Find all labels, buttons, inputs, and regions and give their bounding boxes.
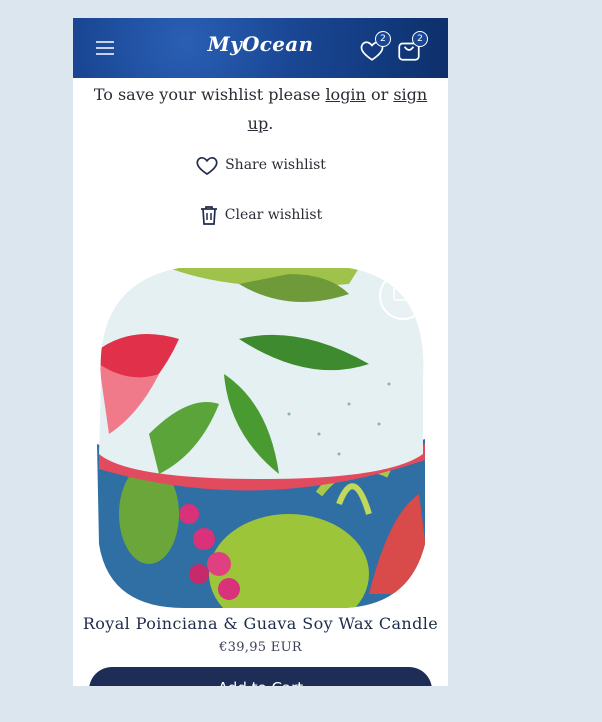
clear-wishlist-label: Clear wishlist [224,207,323,223]
mobile-viewport: MyOcean 2 2 To save your wishlist please… [73,18,448,686]
share-wishlist-button[interactable]: Share wishlist [73,154,448,176]
site-header: MyOcean 2 2 [73,18,448,78]
cart-count-badge: 2 [412,31,428,47]
wishlist-header-button[interactable]: 2 [359,31,391,63]
notice-text-middle: or [365,85,394,104]
trash-icon [200,206,217,225]
login-link[interactable]: login [325,85,365,104]
clear-wishlist-button[interactable]: Clear wishlist [73,204,448,226]
notice-text-before: To save your wishlist please [93,85,326,104]
add-to-cart-button[interactable]: Add to Cart [89,667,432,686]
product-price: €39,95 EUR [219,640,302,655]
wishlist-count-badge: 2 [375,31,391,47]
product-title[interactable]: Royal Poinciana & Guava Soy Wax Candle [73,614,448,633]
site-logo[interactable]: MyOcean [73,32,448,56]
share-wishlist-label: Share wishlist [225,157,326,173]
compare-button[interactable] [379,272,427,320]
save-wishlist-notice: To save your wishlist please login or si… [93,80,428,138]
product-image[interactable] [89,264,432,608]
cart-header-button[interactable]: 2 [396,31,428,63]
notice-text-after: . [268,114,274,133]
compare-icon [393,287,409,301]
heart-outline-icon [196,156,218,175]
